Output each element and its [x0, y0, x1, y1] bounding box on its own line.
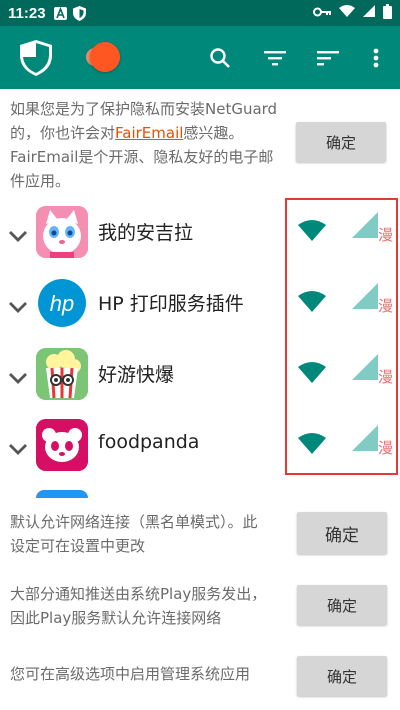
shield-logo-icon [20, 40, 52, 76]
chevron-down-icon[interactable] [8, 297, 28, 317]
privacy-confirm-button[interactable]: 确定 [296, 122, 386, 162]
play-confirm-button[interactable]: 确定 [297, 585, 387, 625]
partial-app-icon [36, 490, 88, 498]
font-a-icon [53, 6, 67, 20]
filter-icon[interactable] [259, 42, 291, 74]
default-confirm-button[interactable]: 确定 [297, 512, 387, 554]
play-services-notice: 大部分通知推送由系统Play服务发出， 因此Play服务默认允许连接网络 确定 [0, 582, 400, 642]
vpn-key-icon [313, 5, 331, 21]
default-line-1: 默认允许网络连接（黑名单模式）。此 [10, 513, 258, 531]
wifi-status-icon [339, 5, 355, 21]
chevron-down-icon[interactable] [8, 368, 28, 388]
app-name: 我的安吉拉 [98, 222, 194, 244]
chevron-down-icon[interactable] [8, 226, 28, 246]
privacy-line-2-suffix: 感兴趣。 [183, 124, 244, 142]
hp-logo-icon: hp [36, 277, 88, 329]
signal-status-icon [363, 5, 375, 21]
enable-toggle[interactable] [90, 42, 120, 72]
app-name: foodpanda [98, 431, 200, 453]
default-mode-notice: 默认允许网络连接（黑名单模式）。此 设定可在设置中更改 确定 [0, 510, 400, 570]
svg-text:hp: hp [50, 291, 74, 316]
privacy-notice-text: 如果您是为了保护隐私而安装NetGuard 的，你也许会对FairEmail感兴… [10, 97, 295, 193]
sort-icon[interactable] [312, 42, 344, 74]
highlight-box [285, 198, 398, 475]
play-services-text: 大部分通知推送由系统Play服务发出， 因此Play服务默认允许连接网络 [10, 582, 295, 630]
privacy-notice: 如果您是为了保护隐私而安装NetGuard 的，你也许会对FairEmail感兴… [0, 97, 400, 193]
privacy-line-3: FairEmail是个开源、隐私友好的电子邮 [10, 148, 274, 166]
play-line-1: 大部分通知推送由系统Play服务发出， [10, 585, 267, 603]
shield-status-icon [72, 5, 86, 21]
system-apps-notice: 您可在高级选项中启用管理系统应用 确定 [0, 654, 400, 704]
play-line-2: 因此Play服务默认允许连接网络 [10, 609, 222, 627]
default-line-2: 设定可在设置中更改 [10, 537, 146, 555]
privacy-line-4: 件应用。 [10, 172, 71, 190]
more-vert-icon[interactable] [360, 42, 392, 74]
privacy-line-2: 的，你也许会对FairEmail感兴趣。 [10, 121, 295, 145]
talking-angela-icon [36, 206, 88, 258]
status-time: 11:23 [8, 4, 46, 22]
privacy-line-1: 如果您是为了保护隐私而安装NetGuard [10, 100, 278, 118]
system-apps-text: 您可在高级选项中启用管理系统应用 [10, 665, 251, 683]
search-icon[interactable] [204, 42, 236, 74]
panda-icon [36, 419, 88, 471]
popcorn-icon [36, 348, 88, 400]
default-mode-text: 默认允许网络连接（黑名单模式）。此 设定可在设置中更改 [10, 510, 295, 558]
app-bar [0, 26, 400, 89]
privacy-line-2-prefix: 的，你也许会对 [10, 124, 116, 142]
status-bar: 11:23 [0, 0, 400, 26]
app-name: HP 打印服务插件 [98, 293, 244, 315]
battery-icon [383, 3, 392, 23]
fairemail-link[interactable]: FairEmail [115, 124, 183, 142]
system-confirm-button[interactable]: 确定 [297, 656, 387, 696]
status-right-icons [313, 3, 392, 23]
chevron-down-icon[interactable] [8, 439, 28, 459]
app-name: 好游快爆 [98, 364, 175, 386]
